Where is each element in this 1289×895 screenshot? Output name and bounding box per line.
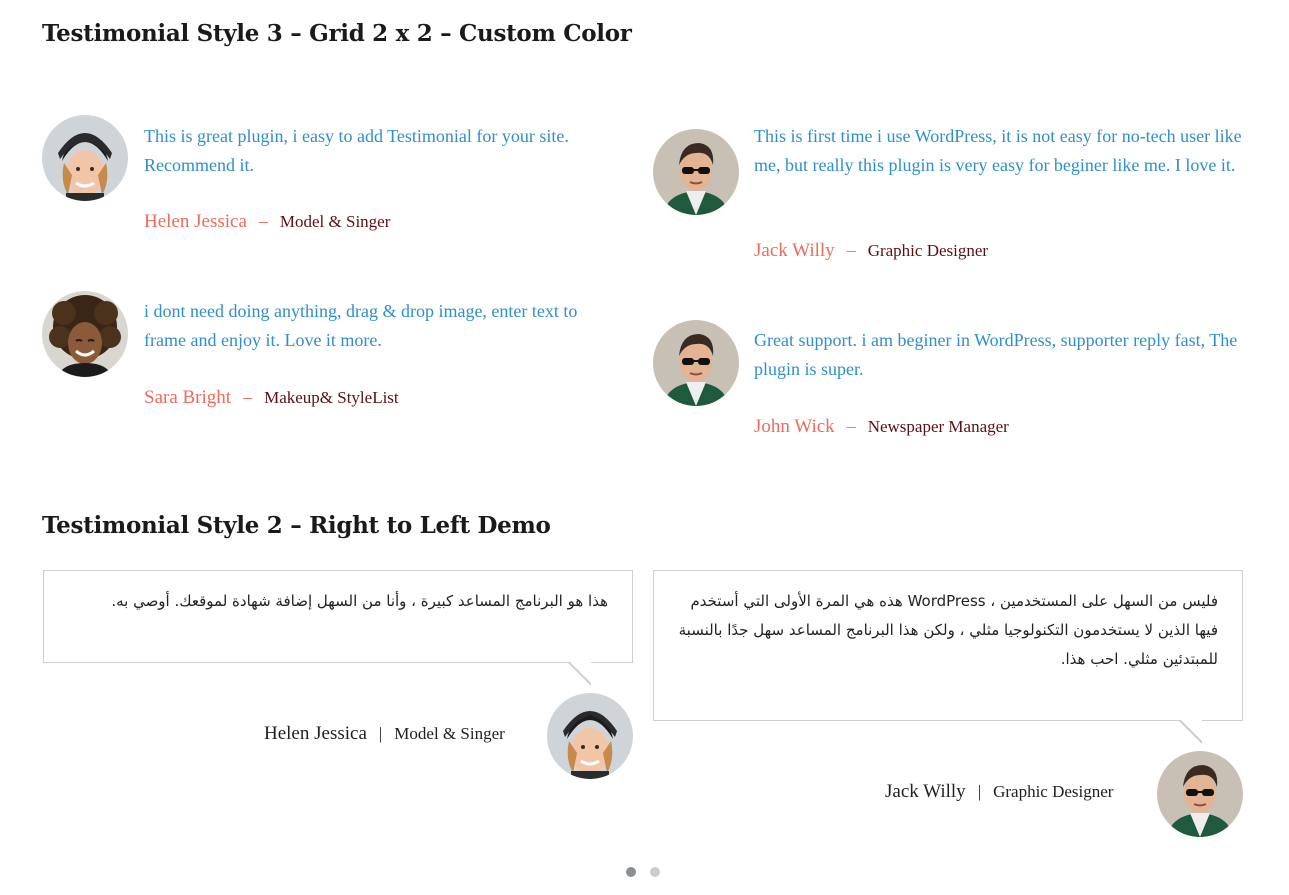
testimonial-author: Jack Willy | Graphic Designer <box>885 781 1113 803</box>
testimonial-author: Helen Jessica | Model & Singer <box>264 723 505 745</box>
author-name: Jack Willy <box>885 781 966 802</box>
testimonial-quote: فليس من السهل على المستخدمين ، WordPress… <box>678 592 1218 668</box>
author-role: Model & Singer <box>394 724 505 743</box>
pagination-dot-1[interactable] <box>626 867 636 877</box>
man-sunglasses-avatar <box>1157 751 1243 837</box>
author-role: Newspaper Manager <box>867 417 1009 436</box>
section-title-style2: Testimonial Style 2 – Right to Left Demo <box>42 512 551 539</box>
testimonial-quote: Great support. i am beginer in WordPress… <box>754 330 1238 379</box>
author-role: Graphic Designer <box>867 241 989 260</box>
testimonial-author: Helen Jessica – Model & Singer <box>144 211 390 233</box>
testimonial-bubble: هذا هو البرنامج المساعد كبيرة ، وأنا من … <box>43 570 633 663</box>
bubble-tail-fill <box>569 661 591 683</box>
separator: | <box>977 782 982 801</box>
man-sunglasses-avatar <box>653 129 739 215</box>
bubble-tail-fill <box>1180 719 1202 741</box>
woman-beanie-avatar <box>42 115 128 201</box>
testimonial-bubble: فليس من السهل على المستخدمين ، WordPress… <box>653 570 1243 721</box>
testimonial-quote: i dont need doing anything, drag & drop … <box>144 301 578 350</box>
author-name: Helen Jessica <box>264 723 367 744</box>
man-sunglasses-avatar <box>653 320 739 406</box>
author-role: Makeup& StyleList <box>264 388 399 407</box>
testimonial-author: John Wick – Newspaper Manager <box>754 416 1009 438</box>
testimonial-author: Jack Willy – Graphic Designer <box>754 240 988 262</box>
separator: | <box>378 724 383 743</box>
separator: – <box>846 240 856 260</box>
testimonial-quote: This is first time i use WordPress, it i… <box>754 126 1242 175</box>
woman-beanie-avatar <box>547 693 633 779</box>
section-title-style3: Testimonial Style 3 – Grid 2 x 2 – Custo… <box>42 20 632 47</box>
author-name: John Wick <box>754 416 835 437</box>
separator: – <box>243 387 253 407</box>
author-name: Sara Bright <box>144 387 232 408</box>
testimonial-quote: This is great plugin, i easy to add Test… <box>144 126 569 175</box>
author-role: Model & Singer <box>279 212 391 231</box>
author-name: Jack Willy <box>754 240 835 261</box>
pagination-dot-2[interactable] <box>650 867 660 877</box>
separator: – <box>846 416 856 436</box>
testimonial-author: Sara Bright – Makeup& StyleList <box>144 387 399 409</box>
separator: – <box>258 211 268 231</box>
testimonial-quote: هذا هو البرنامج المساعد كبيرة ، وأنا من … <box>111 592 608 610</box>
author-role: Graphic Designer <box>993 782 1114 801</box>
author-name: Helen Jessica <box>144 211 247 232</box>
woman-curly-avatar <box>42 291 128 377</box>
